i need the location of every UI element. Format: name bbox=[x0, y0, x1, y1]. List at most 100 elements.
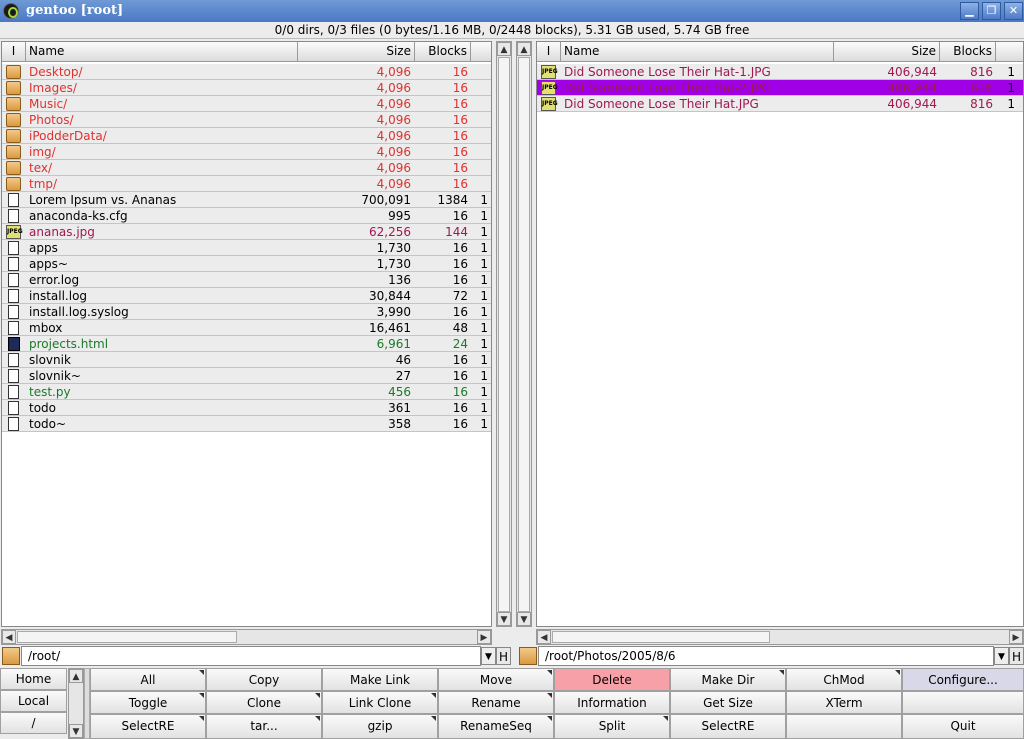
renameseq-button[interactable]: RenameSeq bbox=[438, 714, 554, 739]
file-row[interactable]: JPEG ananas.jpg 62,256 144 1 bbox=[2, 224, 491, 240]
file-row[interactable]: Images/4,096 16 bbox=[2, 80, 491, 96]
nav-home-button[interactable]: Home bbox=[0, 668, 67, 690]
file-row[interactable]: Lorem Ipsum vs. Ananas 700,091 1384 1 bbox=[2, 192, 491, 208]
file-row[interactable]: apps 1,730 16 1 bbox=[2, 240, 491, 256]
file-row[interactable]: test.py 456 16 1 bbox=[2, 384, 491, 400]
file-blocks: 16 bbox=[452, 113, 468, 127]
file-row[interactable]: install.log.syslog 3,990 16 1 bbox=[2, 304, 491, 320]
column-header-type[interactable]: I bbox=[2, 42, 26, 62]
scroll-thumb[interactable] bbox=[552, 631, 770, 643]
scroll-right-arrow-icon[interactable]: ▶ bbox=[1009, 630, 1023, 644]
file-row[interactable]: tmp/4,096 16 bbox=[2, 176, 491, 192]
empty-button[interactable] bbox=[902, 691, 1024, 714]
quit-button[interactable]: Quit bbox=[902, 714, 1024, 739]
right-path-dropdown-icon[interactable]: ▼ bbox=[994, 647, 1009, 665]
column-header-name[interactable]: Name bbox=[561, 42, 834, 62]
delete-button[interactable]: Delete bbox=[554, 668, 670, 691]
left-horizontal-scrollbar[interactable]: ◀ ▶ bbox=[1, 629, 492, 645]
file-row[interactable]: JPEG Did Someone Lose Their Hat-2.JPG 406,… bbox=[537, 80, 1023, 96]
scroll-right-arrow-icon[interactable]: ▶ bbox=[477, 630, 491, 644]
rename-button[interactable]: Rename bbox=[438, 691, 554, 714]
file-extra: 1 bbox=[480, 241, 488, 255]
tar-button[interactable]: tar... bbox=[206, 714, 322, 739]
split-button[interactable]: Split bbox=[554, 714, 670, 739]
nav-local-button[interactable]: Local bbox=[0, 690, 67, 712]
file-row[interactable]: error.log 136 16 1 bbox=[2, 272, 491, 288]
toggle-button[interactable]: Toggle bbox=[90, 691, 206, 714]
file-row[interactable]: projects.html 6,961 24 1 bbox=[2, 336, 491, 352]
file-row[interactable]: apps~ 1,730 16 1 bbox=[2, 256, 491, 272]
configure-button[interactable]: Configure... bbox=[902, 668, 1024, 691]
file-row[interactable]: todo 361 16 1 bbox=[2, 400, 491, 416]
clone-button[interactable]: Clone bbox=[206, 691, 322, 714]
file-row[interactable]: install.log 30,844 72 1 bbox=[2, 288, 491, 304]
gzip-button[interactable]: gzip bbox=[322, 714, 438, 739]
file-row[interactable]: Photos/4,096 16 bbox=[2, 112, 491, 128]
make-link-button[interactable]: Make Link bbox=[322, 668, 438, 691]
column-header-name[interactable]: Name bbox=[26, 42, 298, 62]
scroll-left-arrow-icon[interactable]: ◀ bbox=[2, 630, 16, 644]
file-row[interactable]: Music/4,096 16 bbox=[2, 96, 491, 112]
right-history-button[interactable]: H bbox=[1009, 647, 1024, 665]
file-row[interactable]: JPEG Did Someone Lose Their Hat-1.JPG 406,… bbox=[537, 64, 1023, 80]
link-clone-button[interactable]: Link Clone bbox=[322, 691, 438, 714]
get-size-button[interactable]: Get Size bbox=[670, 691, 786, 714]
selectre-button[interactable]: SelectRE bbox=[90, 714, 206, 739]
scroll-down-arrow-icon[interactable]: ▼ bbox=[69, 724, 83, 738]
column-header-blocks[interactable]: Blocks bbox=[415, 42, 471, 62]
scroll-up-arrow-icon[interactable]: ▲ bbox=[497, 42, 511, 56]
xterm-button[interactable]: XTerm bbox=[786, 691, 902, 714]
maximize-button[interactable]: ❐ bbox=[982, 2, 1001, 20]
scroll-up-arrow-icon[interactable]: ▲ bbox=[517, 42, 531, 56]
all-button[interactable]: All bbox=[90, 668, 206, 691]
chmod-button[interactable]: ChMod bbox=[786, 668, 902, 691]
column-header-type[interactable]: I bbox=[537, 42, 561, 62]
close-button[interactable]: ✕ bbox=[1004, 2, 1023, 20]
selectre-button[interactable]: SelectRE bbox=[670, 714, 786, 739]
parent-dir-folder-icon[interactable] bbox=[2, 647, 20, 665]
left-file-list[interactable]: I Name Size Blocks Desktop/4,096 16 Images… bbox=[1, 41, 492, 627]
nav-root-button[interactable]: / bbox=[0, 712, 67, 734]
file-row[interactable]: anaconda-ks.cfg 995 16 1 bbox=[2, 208, 491, 224]
column-header-extra[interactable] bbox=[471, 42, 491, 62]
right-horizontal-scrollbar[interactable]: ◀ ▶ bbox=[536, 629, 1024, 645]
empty-button[interactable] bbox=[786, 714, 902, 739]
copy-button[interactable]: Copy bbox=[206, 668, 322, 691]
column-header-size[interactable]: Size bbox=[834, 42, 940, 62]
column-header-blocks[interactable]: Blocks bbox=[940, 42, 996, 62]
nav-scrollbar[interactable]: ▲ ▼ bbox=[68, 668, 84, 739]
file-size: 4,096 bbox=[376, 177, 411, 191]
right-file-list[interactable]: I Name Size Blocks JPEG Did Someone Lose … bbox=[536, 41, 1024, 627]
right-vertical-scrollbar[interactable]: ▲ ▼ bbox=[516, 41, 532, 627]
file-row[interactable]: todo~ 358 16 1 bbox=[2, 416, 491, 432]
left-history-button[interactable]: H bbox=[496, 647, 511, 665]
file-size: 136 bbox=[388, 273, 411, 287]
move-button[interactable]: Move bbox=[438, 668, 554, 691]
left-vertical-scrollbar[interactable]: ▲ ▼ bbox=[496, 41, 512, 627]
file-row[interactable]: JPEG Did Someone Lose Their Hat.JPG 406,94… bbox=[537, 96, 1023, 112]
scroll-thumb[interactable] bbox=[17, 631, 237, 643]
file-row[interactable]: slovnik~ 27 16 1 bbox=[2, 368, 491, 384]
scroll-up-arrow-icon[interactable]: ▲ bbox=[69, 669, 83, 683]
scroll-left-arrow-icon[interactable]: ◀ bbox=[537, 630, 551, 644]
minimize-button[interactable]: ▁ bbox=[960, 2, 979, 20]
information-button[interactable]: Information bbox=[554, 691, 670, 714]
file-row[interactable]: iPodderData/4,096 16 bbox=[2, 128, 491, 144]
file-row[interactable]: mbox 16,461 48 1 bbox=[2, 320, 491, 336]
file-row[interactable]: tex/4,096 16 bbox=[2, 160, 491, 176]
left-path-dropdown-icon[interactable]: ▼ bbox=[481, 647, 496, 665]
left-path-field[interactable]: /root/ bbox=[21, 646, 481, 666]
scroll-down-arrow-icon[interactable]: ▼ bbox=[497, 612, 511, 626]
column-header-extra[interactable] bbox=[996, 42, 1023, 62]
scroll-thumb[interactable] bbox=[518, 57, 530, 612]
file-row[interactable]: slovnik 46 16 1 bbox=[2, 352, 491, 368]
scroll-down-arrow-icon[interactable]: ▼ bbox=[517, 612, 531, 626]
scroll-thumb[interactable] bbox=[498, 57, 510, 612]
file-row[interactable]: img/4,096 16 bbox=[2, 144, 491, 160]
file-row[interactable]: Desktop/4,096 16 bbox=[2, 64, 491, 80]
parent-dir-folder-icon[interactable] bbox=[519, 647, 537, 665]
column-header-size[interactable]: Size bbox=[298, 42, 415, 62]
make-dir-button[interactable]: Make Dir bbox=[670, 668, 786, 691]
right-path-field[interactable]: /root/Photos/2005/8/6 bbox=[538, 646, 994, 666]
file-name: ananas.jpg bbox=[29, 225, 95, 239]
